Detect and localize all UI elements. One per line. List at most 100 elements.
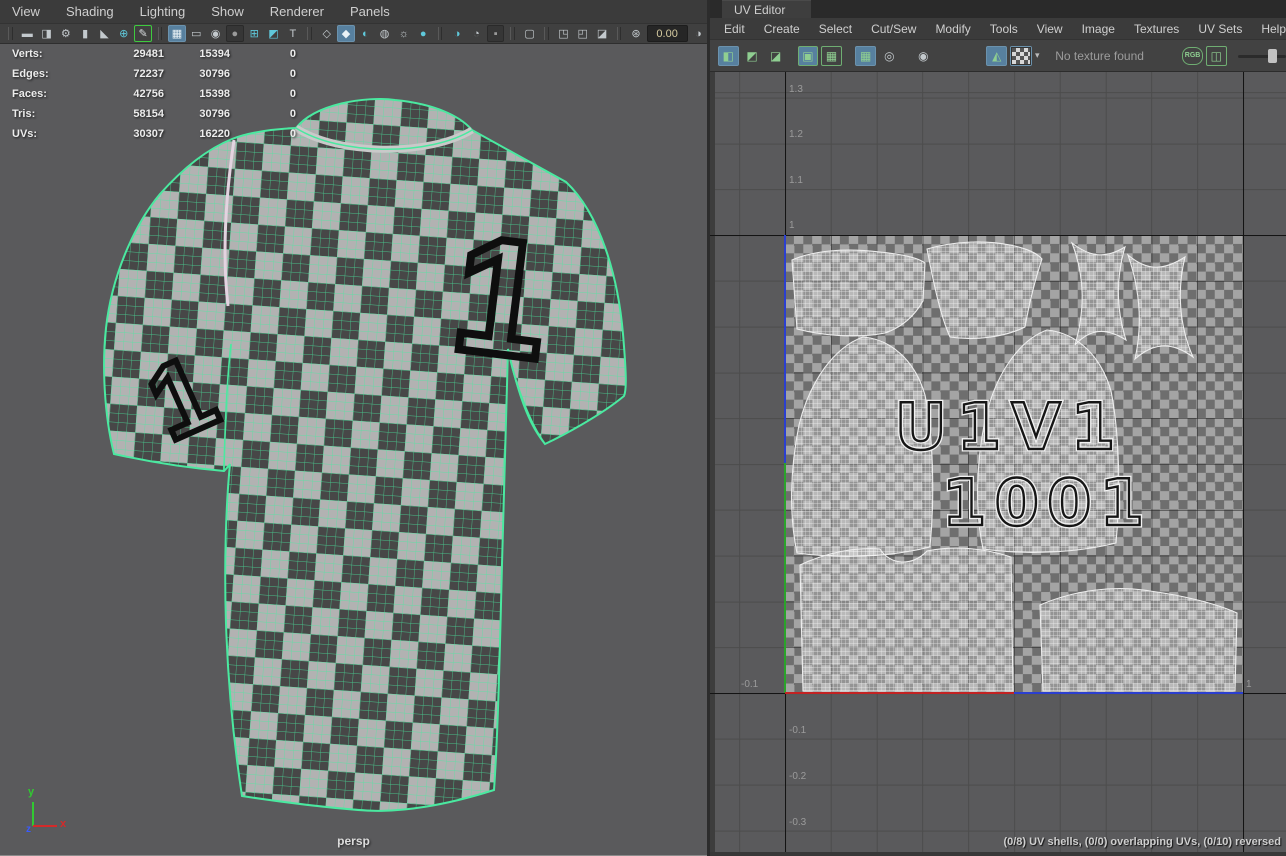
uv-editor-panel[interactable]: UV Editor Edit Create Select Cut/Sew Mod…	[710, 0, 1286, 856]
camera-icon[interactable]: ▬	[19, 25, 36, 42]
checkered-sphere-icon[interactable]: ◍	[376, 25, 393, 42]
hud-row: Edges: 72237 30796 0	[12, 64, 296, 84]
uv-snapshot-icon[interactable]: ◉	[913, 46, 934, 66]
grease-pencil-icon[interactable]: ✎	[134, 25, 152, 42]
grid-box-icon[interactable]: ▦	[821, 45, 842, 66]
resolution-gate-icon[interactable]: ◉	[207, 25, 224, 42]
uv-menu-textures[interactable]: Textures	[1134, 22, 1179, 36]
menu-lighting[interactable]: Lighting	[140, 4, 186, 19]
smooth-shade-icon[interactable]: ◆	[337, 25, 355, 42]
axis-u1-line	[1243, 72, 1244, 856]
checker-tiles-icon[interactable]	[1010, 45, 1033, 66]
ink-brush-icon[interactable]: ◣	[96, 25, 113, 42]
snap-paste-icon[interactable]: ◰	[574, 25, 591, 42]
tile-stack-icon[interactable]: ◩	[742, 46, 763, 66]
shell-sleeve-cap-2	[1126, 253, 1195, 361]
uv-shells[interactable]: U1V1 U1V1 1001 1001	[785, 235, 1243, 693]
grid-label-v: 1.2	[789, 129, 803, 140]
uv-menu-image[interactable]: Image	[1082, 22, 1115, 36]
checker-swatch	[1011, 46, 1032, 65]
uv-canvas[interactable]: U1V1 U1V1 1001 1001 1.3 1.2 1.1 1 -0.1 -…	[710, 72, 1286, 856]
image-display-icon[interactable]: ◭	[986, 45, 1008, 66]
motion-blur-icon[interactable]: ▪	[487, 25, 505, 42]
axis-x	[33, 825, 57, 827]
grid-label-v: -0.3	[789, 817, 807, 828]
hud-value: 0	[289, 128, 296, 140]
maya-window: View Shading Lighting Show Renderer Pane…	[0, 0, 1286, 856]
exposure-icon[interactable]: ⊛	[627, 25, 644, 42]
hud-value: 72237	[133, 68, 164, 80]
pixel-grid-icon[interactable]: ▦	[855, 45, 876, 66]
pan-zoom-icon[interactable]: ⊕	[115, 25, 132, 42]
field-chart-icon[interactable]: ⊞	[246, 25, 263, 42]
hud-row: Tris: 58154 30796 0	[12, 104, 296, 124]
shadows-icon[interactable]: ◑	[448, 25, 465, 42]
grid-icon[interactable]: ▦	[168, 25, 186, 42]
camera-lock-icon[interactable]: ◨	[38, 25, 55, 42]
uv-menu-modify[interactable]: Modify	[935, 22, 970, 36]
uv-editor-tab[interactable]: UV Editor	[722, 0, 812, 19]
uv-editor-menubar: Edit Create Select Cut/Sew Modify Tools …	[710, 18, 1286, 40]
hud-row: Faces: 42756 15398 0	[12, 84, 296, 104]
dim-image-icon[interactable]: ◎	[879, 46, 900, 66]
uv-menu-create[interactable]: Create	[764, 22, 800, 36]
hud-polycount: Verts: 29481 15394 0 Edges: 72237 30796 …	[12, 44, 296, 144]
hud-value: 29481	[133, 48, 164, 60]
gamma-icon[interactable]: ◑	[690, 25, 707, 42]
textured-icon[interactable]: ◐	[357, 25, 374, 42]
grid-label-v: -0.1	[789, 725, 807, 736]
safe-action-icon[interactable]: ◩	[265, 25, 282, 42]
viewport-menubar: View Shading Lighting Show Renderer Pane…	[0, 0, 707, 24]
camera-settings-icon[interactable]: ⚙	[57, 25, 74, 42]
texture-borders-icon[interactable]: ▣	[797, 45, 819, 66]
texture-dropdown-icon[interactable]: ▾	[1035, 50, 1046, 61]
grid-label-v: 1	[789, 220, 795, 231]
isolate-select-icon[interactable]: ▢	[521, 25, 538, 42]
image-plane-icon[interactable]: ◪	[593, 25, 610, 42]
slider-track	[1237, 54, 1286, 58]
hud-value: 16220	[199, 128, 230, 140]
rgb-channels-icon[interactable]: RGB	[1182, 46, 1203, 65]
toolbar-separator	[616, 27, 622, 40]
menu-shading[interactable]: Shading	[66, 4, 114, 19]
uv-menu-tools[interactable]: Tools	[990, 22, 1018, 36]
uv-menu-select[interactable]: Select	[819, 22, 852, 36]
exposure-field[interactable]: 0.00	[646, 25, 688, 42]
uv-menu-help[interactable]: Help	[1261, 22, 1286, 36]
uv-menu-uvsets[interactable]: UV Sets	[1198, 22, 1242, 36]
bookmark-icon[interactable]: ▮	[76, 25, 93, 42]
image-brightness-slider[interactable]	[1237, 46, 1286, 66]
shell-torso-back	[791, 249, 926, 337]
film-gate-icon[interactable]: ▭	[188, 25, 205, 42]
axis-y-label: y	[28, 786, 35, 798]
tile-corner-icon[interactable]: ◪	[765, 46, 786, 66]
safe-title-icon[interactable]: T	[284, 25, 301, 42]
lights-icon[interactable]: ☼	[395, 25, 412, 42]
light-sphere-icon[interactable]: ●	[415, 25, 432, 42]
snap-copy-icon[interactable]: ◳	[555, 25, 572, 42]
uv-menu-view[interactable]: View	[1037, 22, 1063, 36]
ambient-occlusion-icon[interactable]: ◔	[468, 25, 485, 42]
menu-renderer[interactable]: Renderer	[270, 4, 324, 19]
viewport-canvas[interactable]: 1 1 Verts: 29481 15394 0 Edges: 72237 30…	[0, 44, 707, 856]
grid-label-v: 1.3	[789, 84, 803, 95]
wireframe-cube-icon[interactable]: ◇	[318, 25, 335, 42]
menu-show[interactable]: Show	[211, 4, 244, 19]
shell-sleeve-cap-1	[1070, 241, 1127, 346]
tile-layout-icon[interactable]: ◧	[718, 45, 739, 66]
image-ratio-icon[interactable]: ◫	[1205, 45, 1227, 66]
menu-view[interactable]: View	[12, 4, 40, 19]
hud-value: 42756	[133, 88, 164, 100]
gate-mask-icon[interactable]: ●	[226, 25, 244, 42]
menu-panels[interactable]: Panels	[350, 4, 390, 19]
udim-label: 1001	[942, 467, 1152, 541]
hud-value: 30796	[199, 68, 230, 80]
hud-row: Verts: 29481 15394 0	[12, 44, 296, 64]
tshirt-model[interactable]: 1 1	[0, 44, 707, 856]
slider-thumb[interactable]	[1267, 48, 1277, 63]
viewport-panel[interactable]: View Shading Lighting Show Renderer Pane…	[0, 0, 707, 856]
hud-label: Faces:	[12, 88, 47, 100]
uv-menu-edit[interactable]: Edit	[724, 22, 745, 36]
toolbar-separator	[510, 27, 515, 40]
uv-menu-cutsew[interactable]: Cut/Sew	[871, 22, 916, 36]
